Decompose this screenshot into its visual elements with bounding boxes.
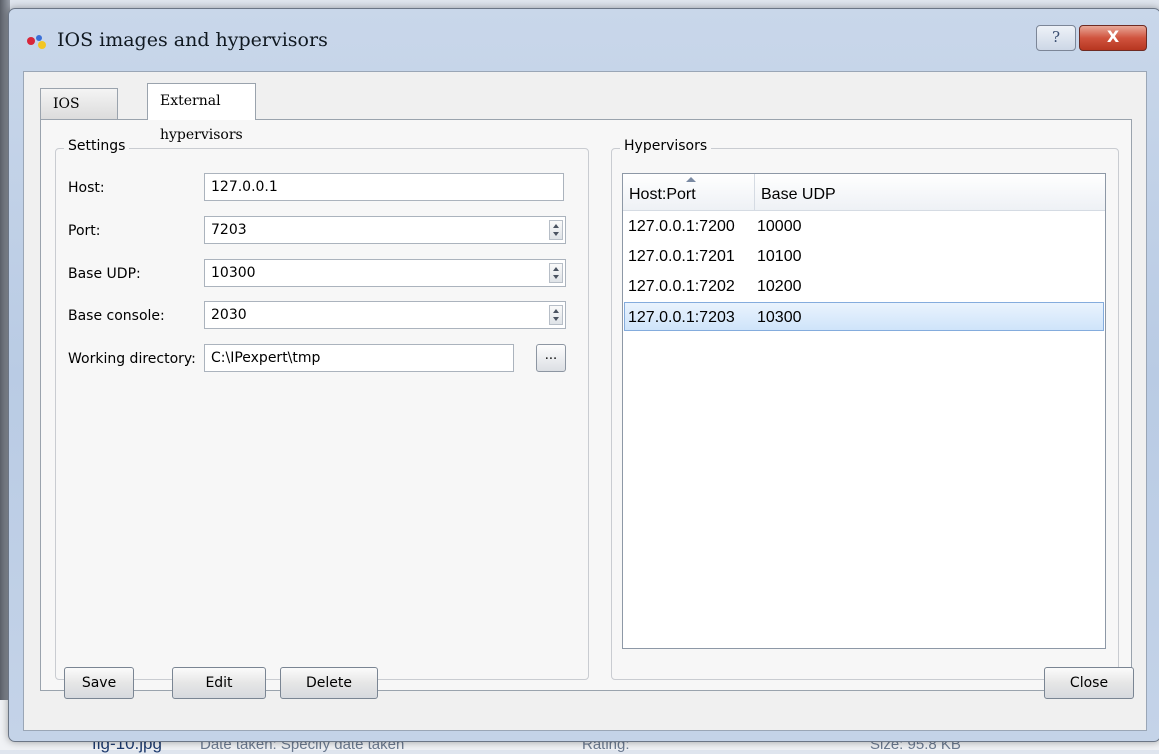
cell-host-port: 127.0.0.1:7200 bbox=[628, 218, 735, 235]
table-header: Host:Port Base UDP bbox=[623, 174, 1105, 211]
close-icon: X bbox=[1106, 27, 1120, 46]
cell-base-udp: 10000 bbox=[757, 218, 802, 235]
table-row-selected[interactable]: 127.0.0.1:7203 10300 bbox=[624, 302, 1104, 331]
column-header-host-port[interactable]: Host:Port bbox=[623, 174, 755, 210]
host-input[interactable]: 127.0.0.1 bbox=[204, 173, 564, 201]
title-bar[interactable]: IOS images and hypervisors ? X bbox=[9, 9, 1159, 71]
sort-ascending-icon bbox=[686, 177, 696, 182]
hypervisors-table[interactable]: Host:Port Base UDP 127.0.0.1:7200 10000 … bbox=[622, 173, 1106, 649]
base-udp-spinbox[interactable]: 10300 bbox=[204, 259, 566, 287]
save-button[interactable]: Save bbox=[64, 667, 134, 699]
working-directory-input[interactable]: C:\IPexpert\tmp bbox=[204, 344, 514, 372]
hypervisors-group-title: Hypervisors bbox=[620, 138, 712, 154]
cell-base-udp: 10100 bbox=[757, 248, 802, 265]
working-directory-label: Working directory: bbox=[68, 351, 196, 367]
column-header-base-udp[interactable]: Base UDP bbox=[755, 174, 955, 210]
port-label: Port: bbox=[68, 223, 101, 239]
delete-button[interactable]: Delete bbox=[280, 667, 378, 699]
table-row[interactable]: 127.0.0.1:7200 10000 bbox=[624, 212, 1104, 241]
settings-group: Settings Host: 127.0.0.1 Port: 7203 Base… bbox=[55, 138, 589, 680]
help-button[interactable]: ? bbox=[1036, 25, 1076, 51]
port-spinbox[interactable]: 7203 bbox=[204, 216, 566, 244]
table-row[interactable]: 127.0.0.1:7202 10200 bbox=[624, 272, 1104, 301]
base-udp-label: Base UDP: bbox=[68, 266, 141, 282]
cell-base-udp: 10300 bbox=[757, 309, 802, 326]
port-spin-arrows-icon[interactable] bbox=[549, 220, 563, 240]
table-row[interactable]: 127.0.0.1:7201 10100 bbox=[624, 242, 1104, 271]
hypervisors-group: Hypervisors Host:Port Base UDP 127.0.0.1… bbox=[611, 138, 1119, 680]
tab-external-hypervisors[interactable]: External hypervisors bbox=[147, 83, 256, 143]
cell-host-port: 127.0.0.1:7203 bbox=[628, 309, 735, 326]
base-console-label: Base console: bbox=[68, 308, 165, 324]
dialog-window: IOS images and hypervisors ? X IOS Image… bbox=[8, 8, 1159, 742]
host-label: Host: bbox=[68, 180, 105, 196]
cell-host-port: 127.0.0.1:7201 bbox=[628, 248, 735, 265]
base-udp-spin-arrows-icon[interactable] bbox=[549, 263, 563, 283]
port-value: 7203 bbox=[211, 222, 247, 238]
window-title: IOS images and hypervisors bbox=[57, 29, 328, 51]
help-icon: ? bbox=[1051, 28, 1061, 46]
edit-button[interactable]: Edit bbox=[172, 667, 266, 699]
settings-group-title: Settings bbox=[64, 138, 130, 154]
app-icon bbox=[27, 35, 46, 49]
column-header-host-port-label: Host:Port bbox=[629, 186, 696, 203]
tab-ios-images[interactable]: IOS Images bbox=[40, 88, 118, 142]
window-close-button[interactable]: X bbox=[1079, 25, 1147, 51]
cell-host-port: 127.0.0.1:7202 bbox=[628, 278, 735, 295]
close-button[interactable]: Close bbox=[1044, 667, 1134, 699]
dialog-client-area: IOS Images External hypervisors Settings… bbox=[23, 71, 1147, 731]
cell-base-udp: 10200 bbox=[757, 278, 802, 295]
browse-directory-button[interactable]: ... bbox=[536, 344, 566, 372]
base-console-spin-arrows-icon[interactable] bbox=[549, 305, 563, 325]
external-hypervisors-pane: Settings Host: 127.0.0.1 Port: 7203 Base… bbox=[40, 119, 1132, 691]
base-console-spinbox[interactable]: 2030 bbox=[204, 301, 566, 329]
base-udp-value: 10300 bbox=[211, 265, 256, 281]
base-console-value: 2030 bbox=[211, 307, 247, 323]
